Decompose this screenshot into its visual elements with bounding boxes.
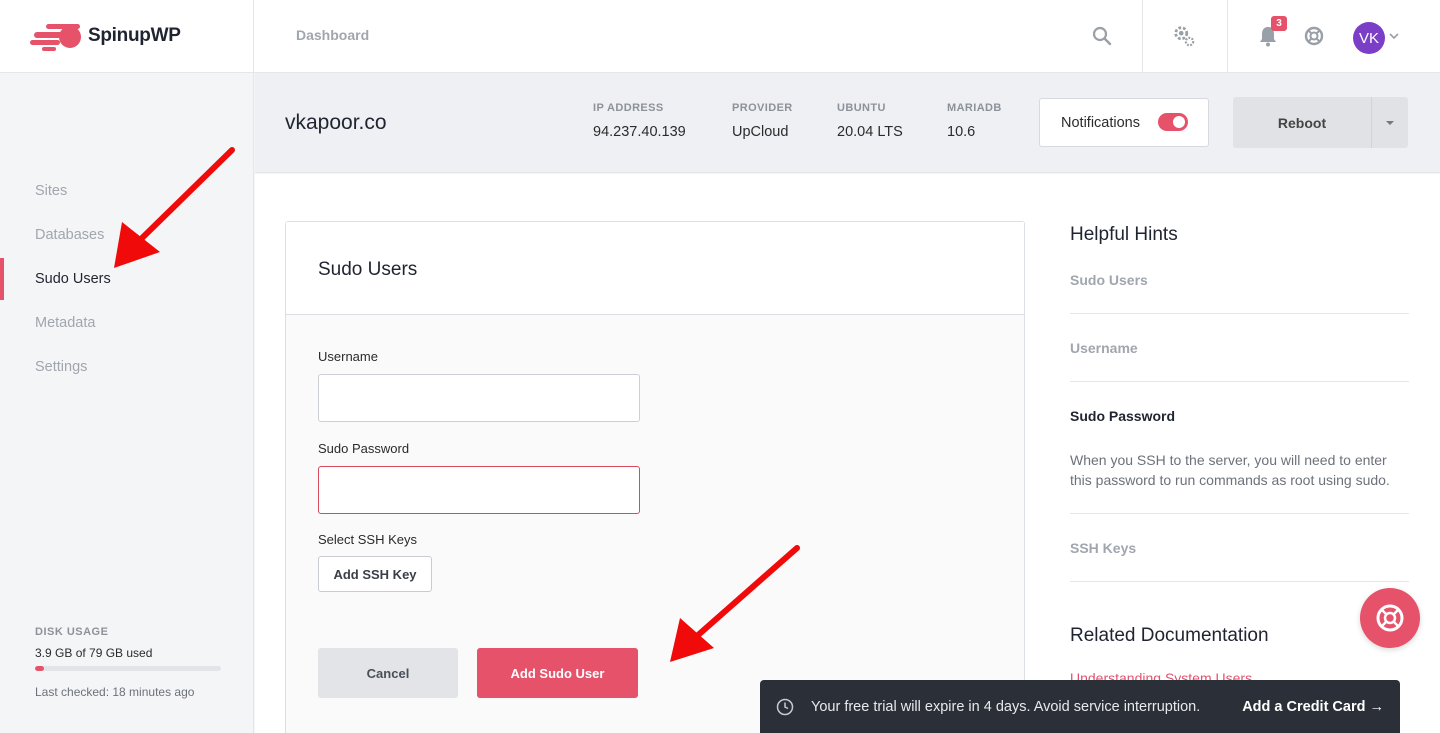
meta-label: UBUNTU bbox=[837, 102, 886, 114]
lifebuoy-icon bbox=[1376, 604, 1404, 632]
meta-mariadb: MARIADB 10.6 bbox=[947, 102, 1002, 140]
divider bbox=[1070, 513, 1409, 514]
sidebar-item-databases[interactable]: Databases bbox=[35, 227, 104, 243]
chevron-down-icon[interactable] bbox=[1388, 30, 1400, 42]
spinupwp-logo-icon bbox=[30, 24, 81, 51]
meta-label: PROVIDER bbox=[732, 102, 793, 114]
search-icon bbox=[1092, 26, 1112, 46]
sidebar-item-settings[interactable]: Settings bbox=[35, 359, 87, 375]
divider bbox=[1070, 581, 1409, 582]
meta-ubuntu: UBUNTU 20.04 LTS bbox=[837, 102, 903, 140]
disk-usage-fill bbox=[35, 666, 45, 671]
main-content: Sudo Users Username Sudo Password Select… bbox=[255, 174, 1440, 733]
meta-value: UpCloud bbox=[732, 124, 789, 140]
reboot-dropdown-button[interactable] bbox=[1372, 97, 1408, 148]
caret-down-icon bbox=[1386, 120, 1394, 125]
username-label: Username bbox=[318, 349, 378, 364]
top-bar: SpinupWP Dashboard 3 VK bbox=[0, 0, 1440, 73]
notification-count-badge: 3 bbox=[1271, 16, 1287, 31]
disk-usage-bar bbox=[35, 666, 221, 671]
divider bbox=[1070, 313, 1409, 314]
notifications-toggle-button[interactable]: Notifications bbox=[1039, 98, 1209, 147]
disk-last-checked: Last checked: 18 minutes ago bbox=[35, 685, 195, 699]
app-name: SpinupWP bbox=[88, 25, 181, 46]
hint-username[interactable]: Username bbox=[1070, 340, 1138, 356]
sidebar-item-metadata[interactable]: Metadata bbox=[35, 315, 95, 331]
username-field[interactable] bbox=[318, 374, 640, 422]
hints-title: Helpful Hints bbox=[1070, 224, 1178, 245]
add-credit-card-link[interactable]: Add a Credit Card → bbox=[1242, 699, 1384, 715]
divider bbox=[1070, 381, 1409, 382]
trial-message: Your free trial will expire in 4 days. A… bbox=[811, 699, 1201, 715]
trial-toast: Your free trial will expire in 4 days. A… bbox=[760, 680, 1400, 733]
notifications-label: Notifications bbox=[1061, 114, 1140, 131]
sidebar: Sites Databases Sudo Users Metadata Sett… bbox=[0, 73, 254, 733]
divider bbox=[1142, 0, 1143, 73]
reboot-button[interactable]: Reboot bbox=[1233, 97, 1371, 148]
meta-value: 94.237.40.139 bbox=[593, 124, 686, 140]
logo[interactable]: SpinupWP bbox=[30, 20, 181, 52]
sidebar-item-sites[interactable]: Sites bbox=[35, 183, 67, 199]
hint-sudo-users[interactable]: Sudo Users bbox=[1070, 272, 1148, 288]
sudo-users-card: Sudo Users Username Sudo Password Select… bbox=[285, 221, 1025, 733]
active-indicator bbox=[0, 258, 4, 300]
meta-ip-address: IP ADDRESS 94.237.40.139 bbox=[593, 102, 686, 140]
hint-ssh-keys[interactable]: SSH Keys bbox=[1070, 540, 1136, 556]
disk-usage-text: 3.9 GB of 79 GB used bbox=[35, 646, 153, 660]
hint-sudo-password[interactable]: Sudo Password bbox=[1070, 408, 1175, 424]
meta-provider: PROVIDER UpCloud bbox=[732, 102, 793, 140]
add-sudo-user-button[interactable]: Add Sudo User bbox=[477, 648, 638, 698]
user-avatar[interactable]: VK bbox=[1353, 22, 1385, 54]
add-ssh-key-button[interactable]: Add SSH Key bbox=[318, 556, 432, 592]
gear-icon bbox=[1174, 26, 1195, 47]
support-chat-button[interactable] bbox=[1360, 588, 1420, 648]
ssh-keys-label: Select SSH Keys bbox=[318, 532, 417, 547]
help-icon bbox=[1304, 26, 1324, 46]
server-header: vkapoor.co IP ADDRESS 94.237.40.139 PROV… bbox=[255, 73, 1440, 173]
divider bbox=[253, 0, 254, 73]
sudo-password-field[interactable] bbox=[318, 466, 640, 514]
password-label: Sudo Password bbox=[318, 441, 410, 456]
meta-label: MARIADB bbox=[947, 102, 1002, 114]
toggle-knob bbox=[1173, 116, 1185, 128]
search-button[interactable] bbox=[1090, 24, 1114, 48]
settings-button[interactable] bbox=[1172, 24, 1196, 48]
clock-icon bbox=[776, 698, 794, 716]
hint-description: When you SSH to the server, you will nee… bbox=[1070, 452, 1390, 488]
notifications-toggle[interactable] bbox=[1158, 113, 1188, 131]
disk-usage-label: DISK USAGE bbox=[35, 626, 109, 638]
meta-label: IP ADDRESS bbox=[593, 102, 664, 114]
meta-value: 20.04 LTS bbox=[837, 124, 903, 140]
card-title: Sudo Users bbox=[286, 222, 1024, 315]
sidebar-item-sudo-users[interactable]: Sudo Users bbox=[35, 271, 111, 287]
help-button[interactable] bbox=[1302, 24, 1326, 48]
server-name: vkapoor.co bbox=[285, 111, 387, 134]
meta-value: 10.6 bbox=[947, 124, 976, 140]
related-docs-title: Related Documentation bbox=[1070, 625, 1269, 646]
cancel-button[interactable]: Cancel bbox=[318, 648, 458, 698]
reboot-split-button: Reboot bbox=[1233, 97, 1408, 148]
divider bbox=[1227, 0, 1228, 73]
breadcrumb[interactable]: Dashboard bbox=[296, 27, 369, 43]
